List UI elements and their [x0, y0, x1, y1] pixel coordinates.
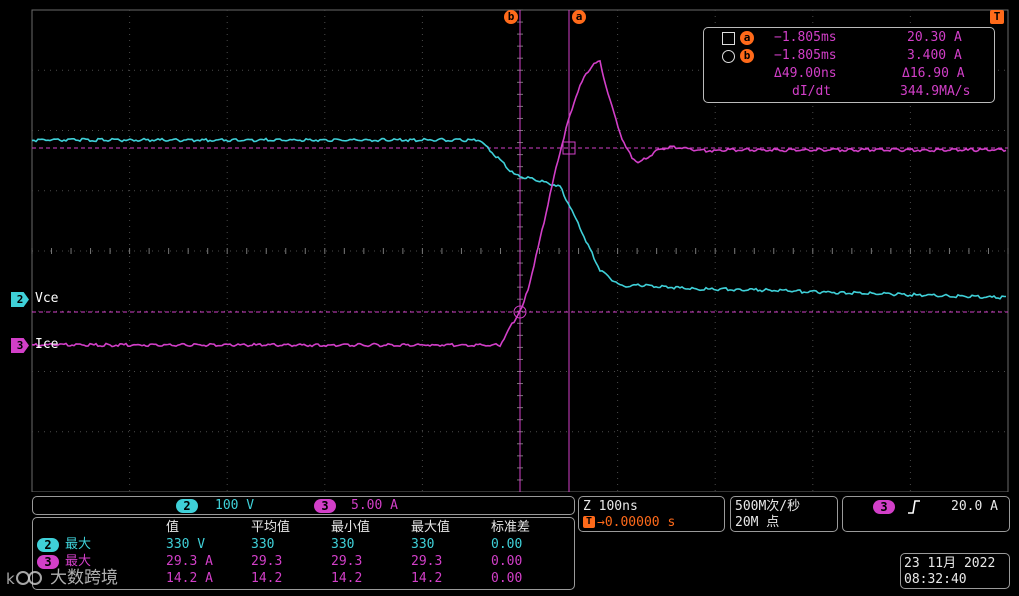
watermark-text: 大数跨境: [50, 568, 118, 588]
cursor-b-value: 3.400 A: [907, 48, 962, 63]
meas-cell: 0.00: [491, 554, 523, 569]
svg-text:k: k: [6, 570, 15, 588]
meas-cell: 330: [331, 537, 355, 552]
trigger-source-badge: 3: [873, 500, 895, 514]
meas-cell: 29.3: [411, 554, 443, 569]
didt-label: dI/dt: [792, 84, 832, 99]
meas-row-type: 最大: [65, 554, 92, 569]
trigger-position-marker[interactable]: T: [990, 10, 1004, 24]
meas-cell: 14.2: [251, 571, 283, 586]
watermark-logo-icon: k: [6, 570, 42, 588]
trigger-position[interactable]: →0.00000 s: [597, 516, 675, 530]
cursor-a-value: 20.30 A: [907, 30, 962, 45]
oscilloscope-screen: b a T 2 Vce 3 Ice a −1.805ms 20.30 A b −…: [0, 0, 1019, 596]
col-header-value: 值: [166, 520, 180, 535]
ch2-label: Vce: [35, 291, 59, 306]
record-length: 20M 点: [735, 515, 780, 530]
meas-cell: 14.2: [331, 571, 363, 586]
time: 08:32:40: [904, 572, 967, 587]
ch3-label: Ice: [35, 337, 59, 352]
col-header-mean: 平均值: [251, 520, 291, 535]
ch2-scale[interactable]: 100 V: [215, 499, 254, 513]
meas-cell: 330 V: [166, 537, 206, 552]
timebase-scale[interactable]: Z 100ns: [583, 500, 638, 514]
meas-cell: 0.00: [491, 537, 523, 552]
col-header-max: 最大值: [411, 520, 451, 535]
sample-rate: 500M次/秒: [735, 499, 801, 514]
meas-cell: 330: [251, 537, 275, 552]
rising-edge-icon: [908, 500, 920, 514]
circle-marker-icon: [722, 50, 735, 63]
didt-value: 344.9MA/s: [900, 84, 971, 99]
trigger-level[interactable]: 20.0 A: [951, 500, 998, 514]
datetime-panel: 23 11月 2022 08:32:40: [900, 553, 1010, 589]
acquisition-panel[interactable]: 500M次/秒 20M 点: [730, 496, 838, 532]
delta-time: Δ49.00ns: [774, 66, 837, 81]
square-marker-icon: [722, 32, 735, 45]
cursor-readout-panel: a −1.805ms 20.30 A b −1.805ms 3.400 A Δ4…: [703, 27, 995, 103]
trigger-panel[interactable]: 3 20.0 A: [842, 496, 1010, 532]
meas-cell: 14.2: [411, 571, 443, 586]
meas-cell: 29.3: [331, 554, 363, 569]
meas-cell: 14.2 A: [166, 571, 213, 586]
channel-scale-bar[interactable]: 2 100 V 3 5.00 A: [32, 496, 575, 515]
delta-value: Δ16.90 A: [902, 66, 965, 81]
col-header-stddev: 标准差: [491, 520, 531, 535]
timebase-panel[interactable]: Z 100ns T →0.00000 s: [578, 496, 725, 532]
meas-cell: 29.3 A: [166, 554, 213, 569]
ch3-badge[interactable]: 3: [314, 499, 336, 513]
ch3-scale[interactable]: 5.00 A: [351, 499, 398, 513]
cursor-a-time: −1.805ms: [774, 30, 837, 45]
cursor-b-readout-tag: b: [740, 49, 754, 63]
ch2-badge[interactable]: 2: [176, 499, 198, 513]
cursor-a-readout-tag: a: [740, 31, 754, 45]
meas-cell: 0.00: [491, 571, 523, 586]
trigger-icon: T: [583, 516, 595, 528]
meas-row-ch-badge: 2: [37, 538, 59, 552]
ch3-ice-waveform: [31, 59, 1007, 348]
cursor-a-tag[interactable]: a: [572, 10, 586, 24]
meas-row-type: 最大: [65, 537, 92, 552]
date: 23 11月 2022: [904, 556, 996, 571]
cursor-b-tag[interactable]: b: [504, 10, 518, 24]
cursor-b-time: −1.805ms: [774, 48, 837, 63]
col-header-min: 最小值: [331, 520, 371, 535]
meas-cell: 29.3: [251, 554, 283, 569]
meas-cell: 330: [411, 537, 435, 552]
